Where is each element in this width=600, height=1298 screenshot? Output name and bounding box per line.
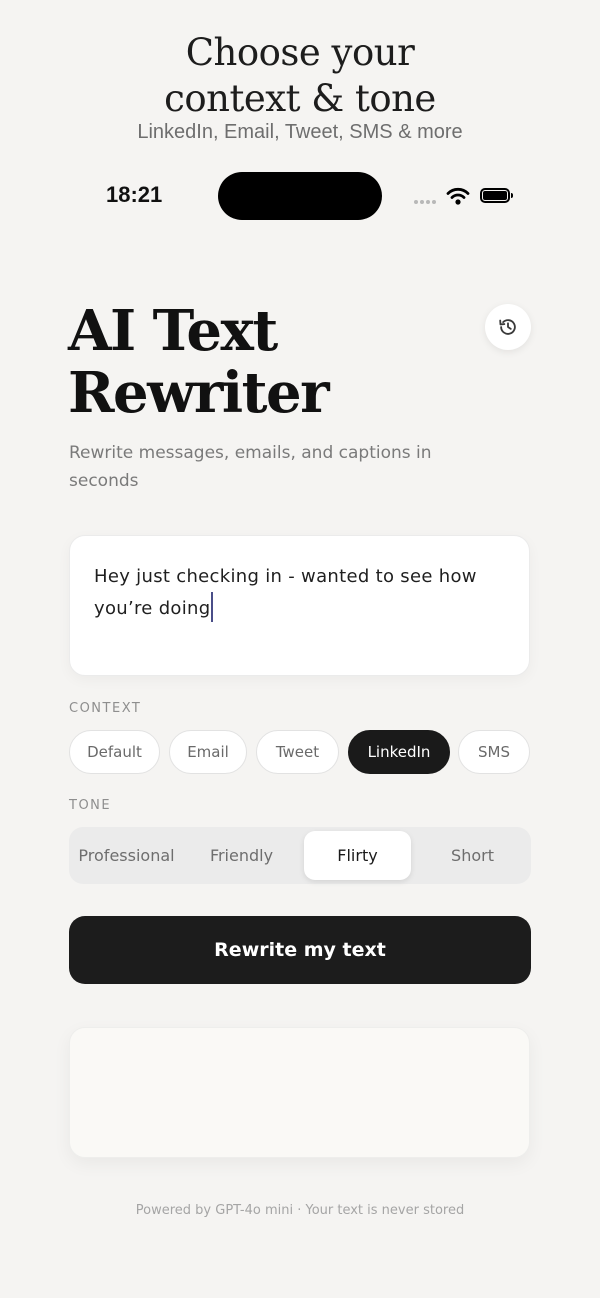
context-chip-sms[interactable]: SMS <box>458 730 530 774</box>
page-title-line-2: Rewriter <box>68 360 330 426</box>
rewrite-button[interactable]: Rewrite my text <box>69 916 531 984</box>
text-input-value[interactable]: Hey just checking in - wanted to see how… <box>94 561 514 624</box>
status-time: 18:21 <box>106 182 163 207</box>
promo-subtitle: LinkedIn, Email, Tweet, SMS & more <box>137 121 463 143</box>
context-chip-default[interactable]: Default <box>69 730 160 774</box>
dynamic-island <box>218 172 382 220</box>
history-icon <box>499 319 516 335</box>
text-input[interactable]: Hey just checking in - wanted to see how… <box>69 535 530 676</box>
output-card <box>69 1027 530 1158</box>
tone-option-flirty[interactable]: Flirty <box>304 831 411 880</box>
context-chip-linkedin[interactable]: LinkedIn <box>348 730 450 774</box>
promo-title-line-2: context & tone <box>164 77 436 120</box>
promo-title: Choose your context & tone <box>0 30 600 122</box>
status-icons <box>412 186 520 208</box>
context-label: CONTEXT <box>69 701 142 716</box>
context-chips: Default Email Tweet LinkedIn SMS <box>69 730 539 774</box>
text-caret <box>211 592 214 622</box>
tone-option-short[interactable]: Short <box>419 831 526 880</box>
signal-dots-icon <box>414 200 438 204</box>
page-title: AI Text Rewriter <box>68 300 468 424</box>
context-chip-tweet[interactable]: Tweet <box>256 730 339 774</box>
footer-note: Powered by GPT-4o mini · Your text is ne… <box>135 1203 465 1218</box>
page-subtitle: Rewrite messages, emails, and captions i… <box>69 443 432 491</box>
tone-option-professional[interactable]: Professional <box>73 831 180 880</box>
history-button[interactable] <box>485 304 531 350</box>
context-chip-email[interactable]: Email <box>169 730 247 774</box>
promo-title-line-1: Choose your <box>185 31 415 74</box>
tone-option-friendly[interactable]: Friendly <box>188 831 295 880</box>
page-title-line-1: AI Text <box>68 298 278 364</box>
tone-label: TONE <box>69 798 112 813</box>
tone-segmented-control: Professional Friendly Flirty Short <box>69 827 531 884</box>
wifi-icon <box>446 187 470 205</box>
battery-icon <box>480 188 513 203</box>
